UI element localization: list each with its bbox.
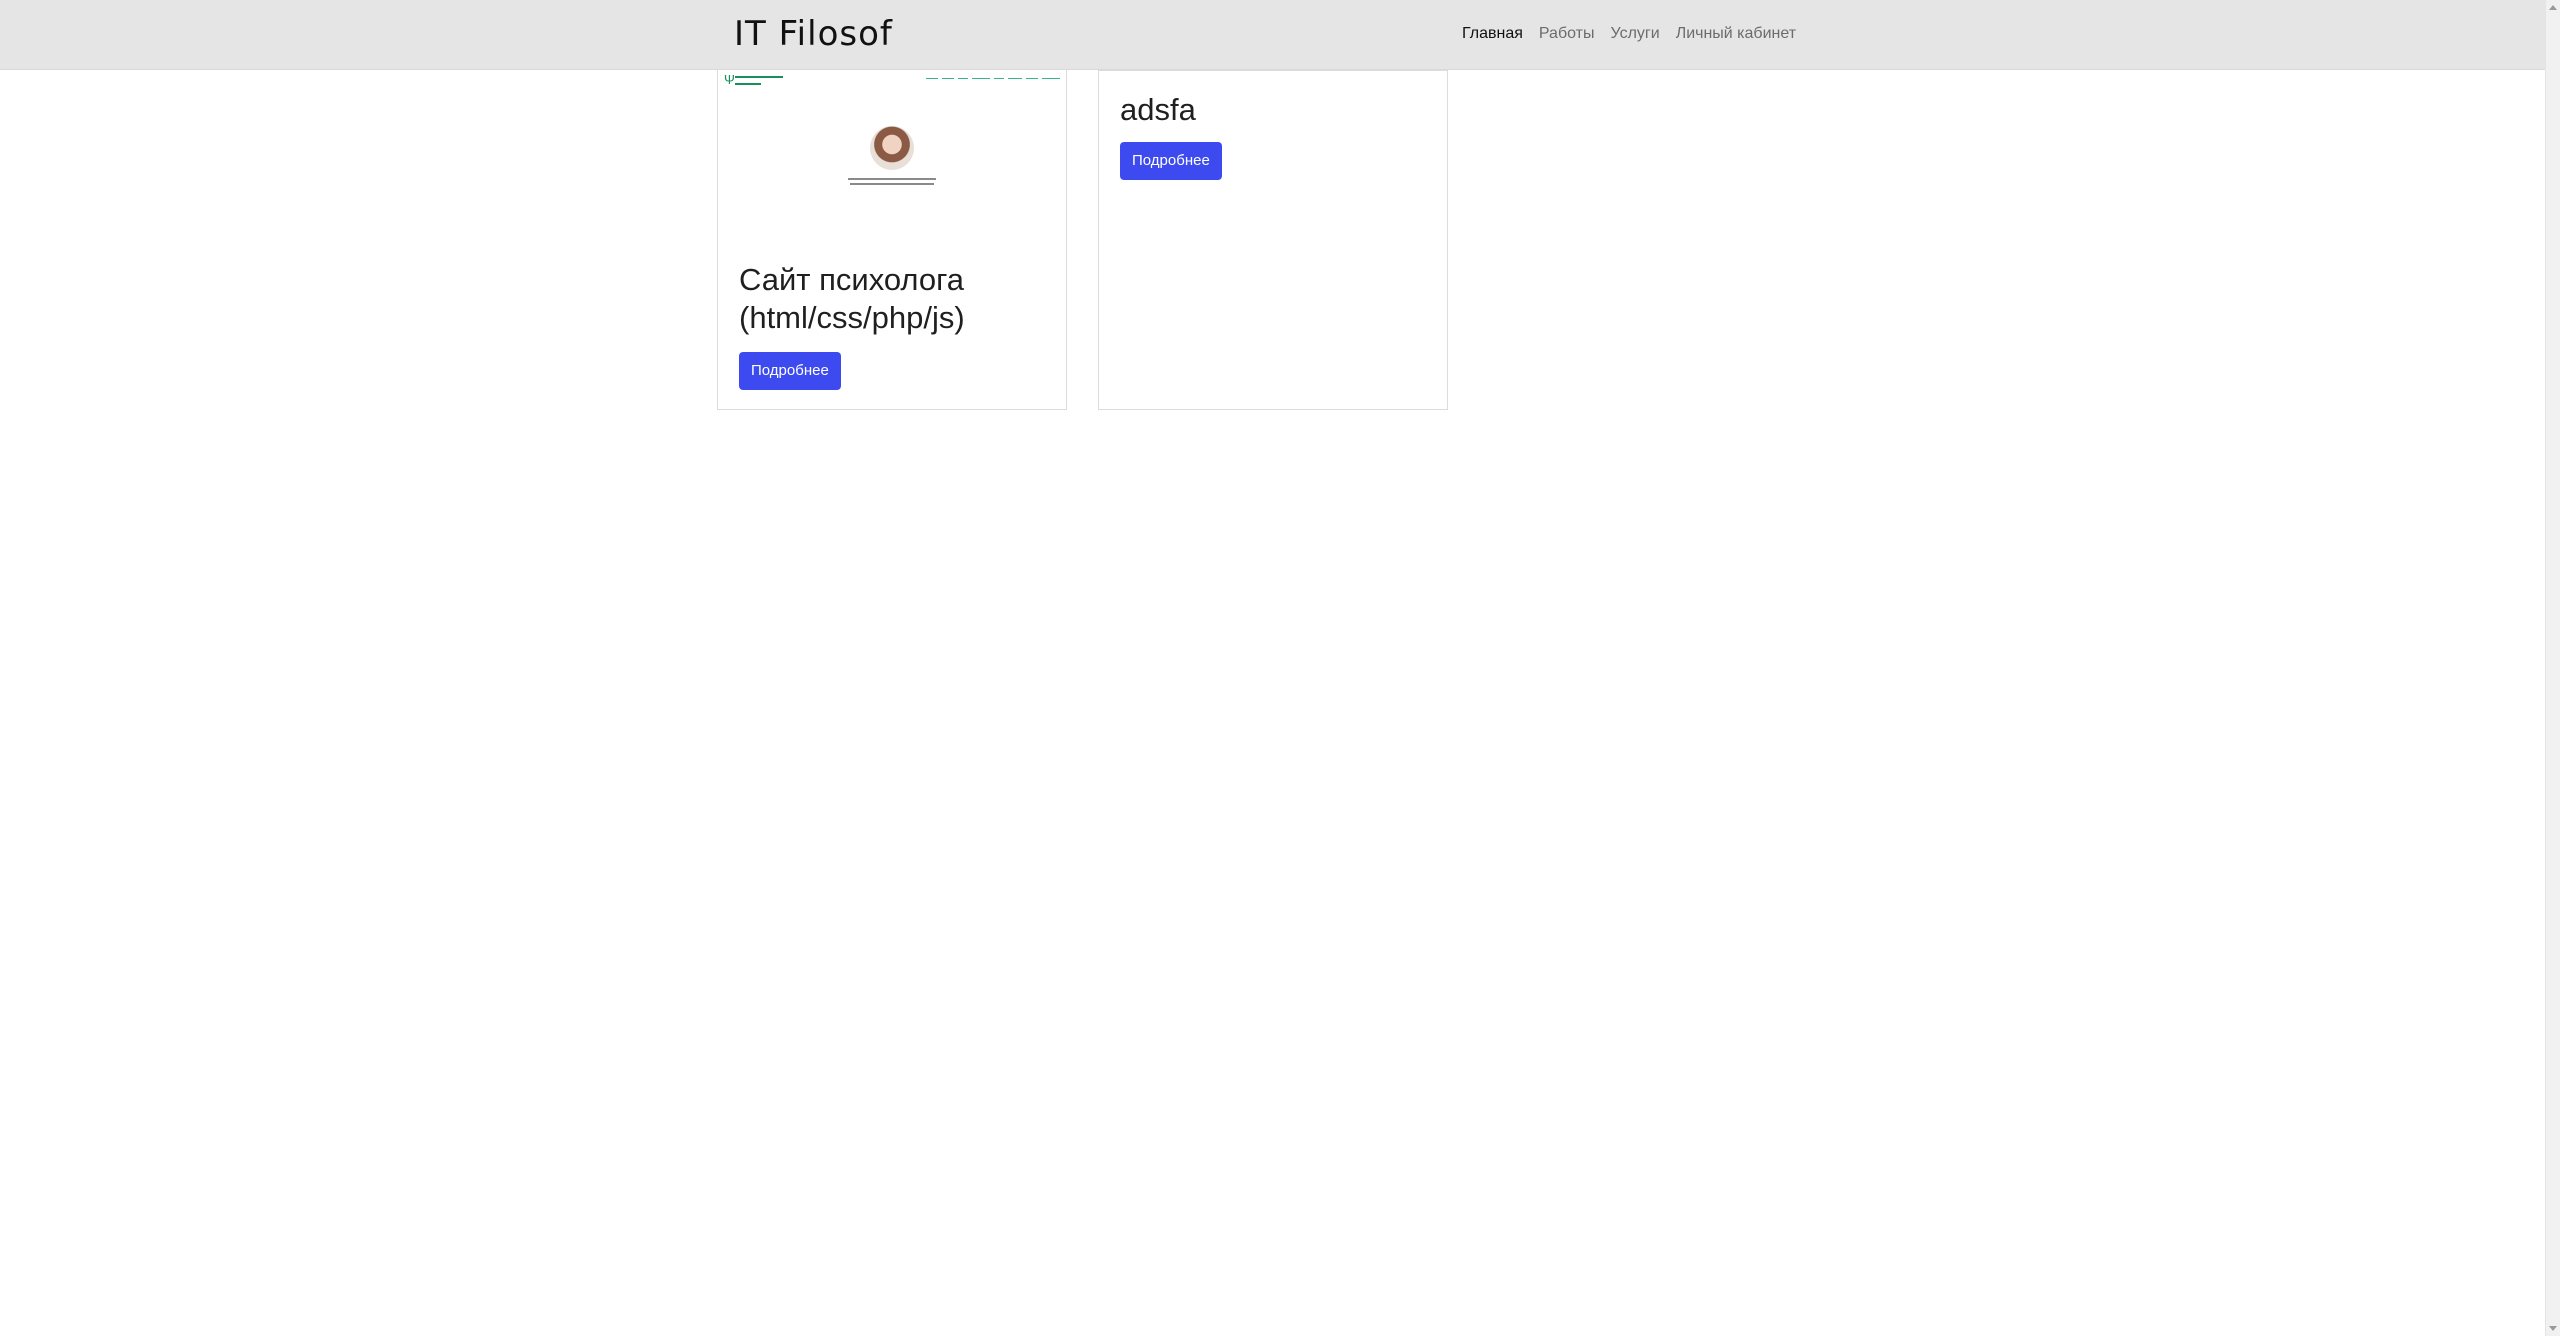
preview-avatar bbox=[870, 126, 914, 170]
preview-logo: Ψ bbox=[724, 73, 786, 89]
vertical-scrollbar[interactable] bbox=[2545, 0, 2560, 1336]
top-navbar: IT Filosof Главная Работы Услуги Личный … bbox=[0, 0, 2545, 70]
nav-link-services[interactable]: Услуги bbox=[1602, 22, 1667, 46]
details-button[interactable]: Подробнее bbox=[739, 352, 841, 390]
details-button[interactable]: Подробнее bbox=[1120, 142, 1222, 180]
nav-link-account[interactable]: Личный кабинет bbox=[1668, 22, 1804, 46]
nav-link-works[interactable]: Работы bbox=[1531, 22, 1603, 46]
card-title: adsfa bbox=[1120, 92, 1196, 127]
scroll-down-arrow-icon[interactable] bbox=[2549, 1326, 2557, 1331]
brand-logo[interactable]: IT Filosof bbox=[734, 13, 893, 55]
main-nav: Главная Работы Услуги Личный кабинет bbox=[1462, 22, 1804, 46]
nav-link-home[interactable]: Главная bbox=[1462, 22, 1531, 46]
card-title: Сайт психолога (html/css/php/js) bbox=[739, 262, 965, 335]
project-preview-image: Ψ bbox=[718, 70, 1066, 240]
project-card: Ψ Сайт психолога (html/css/php/js) Подро… bbox=[717, 70, 1067, 410]
scroll-up-arrow-icon[interactable] bbox=[2549, 5, 2557, 10]
project-card: adsfa Подробнее bbox=[1098, 70, 1448, 410]
